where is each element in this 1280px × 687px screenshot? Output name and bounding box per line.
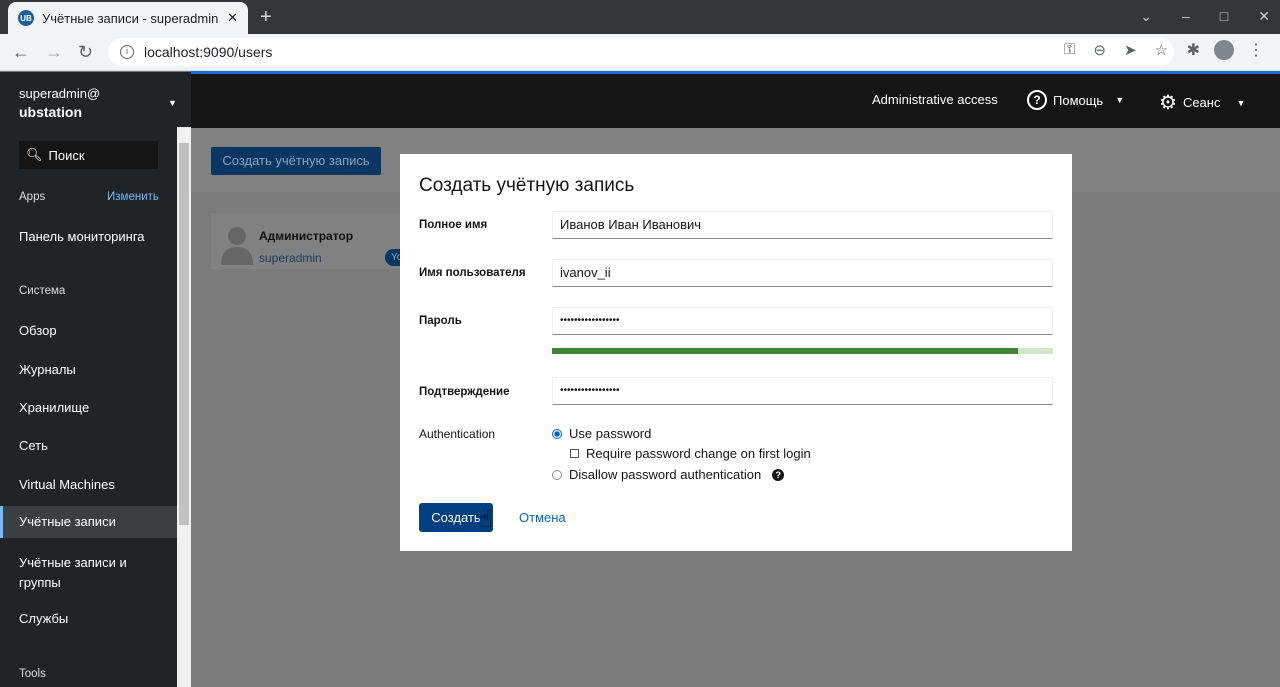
password-input[interactable]: ••••••••••••••••• <box>552 307 1053 335</box>
system-section-label: Система <box>19 285 66 297</box>
key-icon[interactable]: ⚿ <box>1064 41 1075 59</box>
administrative-access-button[interactable]: Administrative access <box>872 92 998 107</box>
session-menu[interactable]: ⚙ Сеанс ▼ <box>1159 90 1245 115</box>
sidebar-item-services[interactable]: Службы <box>0 611 177 626</box>
tab-title: Учётные записи - superadmin <box>42 10 219 26</box>
close-window-icon[interactable]: ✕ <box>1258 8 1270 25</box>
use-password-label: Use password <box>569 426 652 441</box>
close-tab-icon[interactable]: ✕ <box>227 10 238 26</box>
tab-search-icon[interactable]: ⌄ <box>1140 8 1152 25</box>
help-icon[interactable]: ? <box>772 468 785 481</box>
url-input[interactable]: i localhost:9090/users <box>108 38 1174 66</box>
create-account-dialog: Создать учётную запись Полное имя Иванов… <box>400 154 1072 551</box>
sidebar-item-accounts-groups[interactable]: Учётные записи и группы <box>0 553 140 593</box>
help-menu[interactable]: ? Помощь ▼ <box>1027 90 1124 110</box>
zoom-icon[interactable]: ⊖ <box>1093 41 1106 59</box>
bookmark-star-icon[interactable]: ☆ <box>1155 41 1168 59</box>
sidebar-item-storage[interactable]: Хранилище <box>0 400 177 415</box>
sidebar: superadmin@ ubstation ▼ 🔍︎ Поиск Apps Изме… <box>0 72 191 687</box>
caret-down-icon: ▼ <box>1115 95 1125 105</box>
tools-section-label: Tools <box>19 668 46 680</box>
session-label: Сеанс <box>1182 95 1221 110</box>
url-text: localhost:9090/users <box>144 44 273 60</box>
caret-down-icon[interactable]: ▼ <box>168 98 177 108</box>
dialog-title: Создать учётную запись <box>419 175 635 196</box>
confirm-label: Подтверждение <box>419 386 510 398</box>
sidebar-item-logs[interactable]: Журналы <box>0 362 177 377</box>
require-change-option[interactable]: Require password change on first login <box>570 446 811 461</box>
password-strength-meter <box>552 348 1053 354</box>
user-avatar-icon <box>221 227 253 265</box>
back-icon[interactable]: ← <box>12 42 30 63</box>
help-label: Помощь <box>1053 92 1104 108</box>
use-password-radio[interactable] <box>552 428 562 439</box>
minimize-icon[interactable]: – <box>1182 8 1190 25</box>
browser-tab[interactable]: UB Учётные записи - superadmin ✕ <box>8 2 248 34</box>
full-name-label: Полное имя <box>419 219 488 231</box>
top-header: Administrative access ? Помощь ▼ ⚙ Сеанс ▼ <box>191 74 1280 128</box>
reload-icon[interactable]: ↻ <box>78 42 93 63</box>
user-login[interactable]: superadmin <box>259 251 322 265</box>
sidebar-item-dashboard[interactable]: Панель мониторинга <box>0 229 177 244</box>
username-input[interactable]: ivanov_ii <box>552 259 1053 287</box>
edit-apps-link[interactable]: Изменить <box>107 191 159 203</box>
password-label: Пароль <box>419 315 462 327</box>
help-icon: ? <box>1027 90 1047 110</box>
use-password-option[interactable]: Use password <box>552 426 651 441</box>
send-icon[interactable]: ➤ <box>1124 41 1137 59</box>
scrollbar-thumb[interactable] <box>179 143 189 525</box>
require-change-checkbox[interactable] <box>570 449 579 458</box>
host-switcher[interactable]: superadmin@ ubstation <box>19 84 100 122</box>
disallow-password-label: Disallow password authentication <box>569 467 762 482</box>
search-placeholder: Поиск <box>48 147 85 163</box>
cancel-button[interactable]: Отмена <box>519 510 566 525</box>
password-strength-fill <box>552 348 1018 354</box>
sidebar-scrollbar[interactable] <box>177 127 191 687</box>
disallow-password-option[interactable]: Disallow password authentication? <box>552 467 785 482</box>
sidebar-item-accounts[interactable]: Учётные записи <box>0 506 177 538</box>
new-tab-icon[interactable]: + <box>260 6 272 29</box>
site-logo-icon: UB <box>18 10 34 26</box>
search-icon: 🔍︎ <box>26 147 43 162</box>
caret-down-icon: ▼ <box>1236 97 1246 108</box>
full-name-input[interactable]: Иванов Иван Иванович <box>552 211 1053 239</box>
browser-tab-bar: UB Учётные записи - superadmin ✕ + ⌄ – □ ✕ <box>0 0 1280 34</box>
info-icon[interactable]: i <box>120 45 134 59</box>
hand-cursor-icon: ☝︎ <box>478 506 493 533</box>
extensions-icon[interactable]: ✱ <box>1187 40 1200 60</box>
menu-icon[interactable]: ⋮ <box>1248 40 1264 60</box>
require-change-label: Require password change on first login <box>586 446 811 461</box>
profile-icon[interactable] <box>1214 40 1234 60</box>
maximize-icon[interactable]: □ <box>1220 8 1228 25</box>
sidebar-item-virtual-machines[interactable]: Virtual Machines <box>0 477 177 492</box>
address-bar: ← → ↻ i localhost:9090/users ⚿ ⊖ ➤ ☆ ✱ ⋮ <box>0 34 1280 71</box>
create-account-button[interactable]: Создать учётную запись <box>211 147 381 175</box>
user-label: superadmin@ <box>19 86 101 101</box>
sidebar-item-network[interactable]: Сеть <box>0 438 177 453</box>
host-label: ubstation <box>19 104 82 120</box>
confirm-password-input[interactable]: ••••••••••••••••• <box>552 377 1053 405</box>
authentication-label: Authentication <box>419 427 496 441</box>
search-input[interactable]: 🔍︎ Поиск <box>19 141 158 169</box>
user-name: Администратор <box>259 229 354 243</box>
apps-section-label: Apps <box>19 191 46 203</box>
disallow-password-radio[interactable] <box>552 469 562 480</box>
sidebar-item-overview[interactable]: Обзор <box>0 323 177 338</box>
username-label: Имя пользователя <box>419 267 526 279</box>
forward-icon[interactable]: → <box>45 42 63 63</box>
gear-icon: ⚙ <box>1159 92 1177 114</box>
